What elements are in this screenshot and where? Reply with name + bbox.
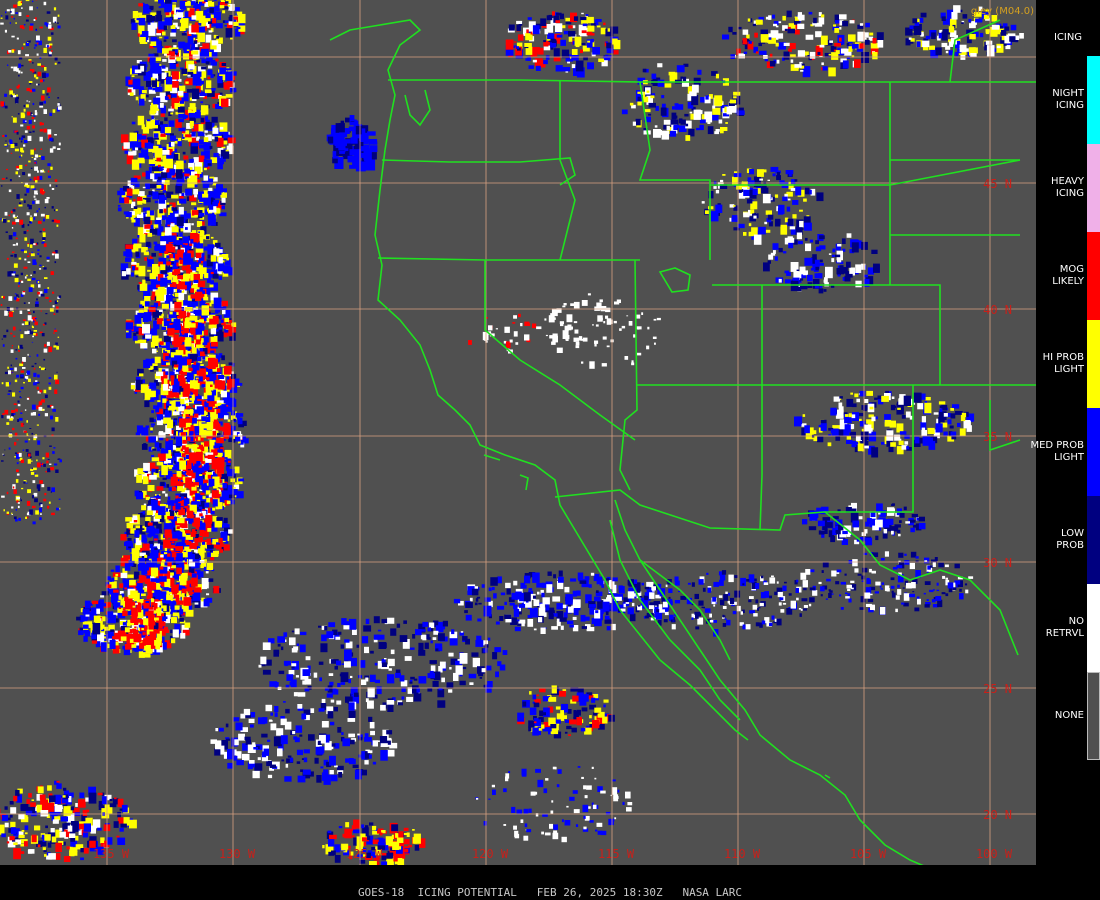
icing-map: 45 N 40 N 35 N 30 N 25 N 20 N 135 W 130 W 125 W 1… [0, 0, 1036, 889]
legend-title: ICING [1053, 32, 1083, 43]
latitude-label: 35 N [983, 430, 1012, 444]
legend-swatch [1087, 584, 1100, 672]
legend-label: NO RETRVL [1045, 616, 1084, 639]
legend-label: NIGHT ICING [1052, 88, 1084, 111]
legend-label: MOG LIKELY [1052, 264, 1084, 287]
map-canvas: 45 N 40 N 35 N 30 N 25 N 20 N 135 W 130 W 125 W 1… [0, 0, 1036, 889]
longitude-label: 110 W [724, 847, 761, 861]
latitude-label: 45 N [983, 177, 1012, 191]
legend-item: LOW PROB [1036, 496, 1100, 584]
latitude-label: 30 N [983, 556, 1012, 570]
legend-item: NONE [1036, 672, 1100, 760]
icing-legend: ICING NIGHT ICING HEAVY ICING MOG LIKELY HI… [1030, 0, 1100, 865]
footer-bar: GOES-18 ICING POTENTIAL FEB 26, 2025 18:… [0, 865, 1100, 900]
legend-swatch [1087, 320, 1100, 408]
legend-swatch [1087, 408, 1100, 496]
legend-item: HI PROB LIGHT [1036, 320, 1100, 408]
latitude-label: 40 N [983, 303, 1012, 317]
credit-label: gley (M04.0) [970, 6, 1034, 17]
legend-swatch [1087, 56, 1100, 144]
latitude-label: 25 N [983, 682, 1012, 696]
longitude-label: 125 W [346, 847, 383, 861]
legend-item: MOG LIKELY [1036, 232, 1100, 320]
legend-label: HEAVY ICING [1051, 176, 1084, 199]
legend-swatch [1087, 232, 1100, 320]
legend-swatch [1087, 496, 1100, 584]
legend-label: NONE [1054, 710, 1084, 721]
longitude-label: 130 W [219, 847, 256, 861]
legend-label: MED PROB LIGHT [1030, 440, 1084, 463]
legend-label: LOW PROB [1056, 528, 1084, 551]
latitude-label: 20 N [983, 808, 1012, 822]
longitude-label: 115 W [598, 847, 635, 861]
legend-item: MED PROB LIGHT [1030, 408, 1100, 496]
longitude-label: 120 W [472, 847, 509, 861]
product-caption: GOES-18 ICING POTENTIAL FEB 26, 2025 18:… [357, 886, 743, 899]
legend-item: NO RETRVL [1036, 584, 1100, 672]
longitude-label: 100 W [976, 847, 1013, 861]
longitude-label: 135 W [93, 847, 130, 861]
legend-swatch [1087, 144, 1100, 232]
legend-item: HEAVY ICING [1036, 144, 1100, 232]
legend-swatch [1087, 672, 1100, 760]
legend-label: HI PROB LIGHT [1042, 352, 1084, 375]
longitude-label: 105 W [850, 847, 887, 861]
legend-item: NIGHT ICING [1036, 56, 1100, 144]
